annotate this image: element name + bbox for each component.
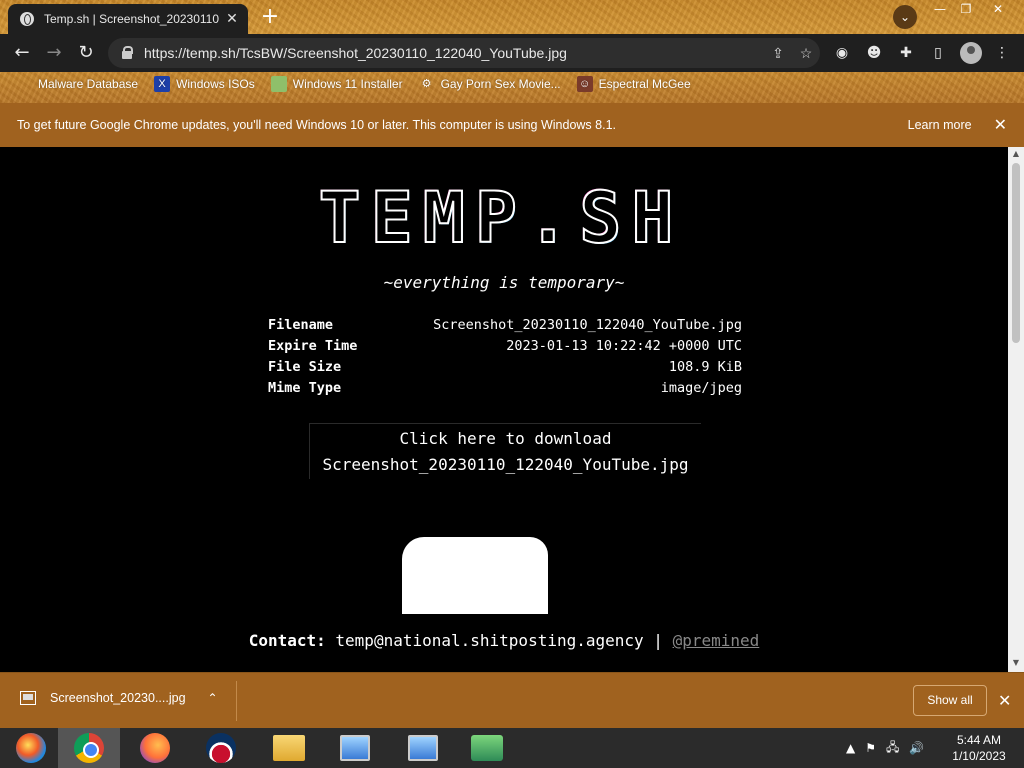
firefox-icon [140,733,170,763]
download-line-2: Screenshot_20230110_122040_YouTube.jpg [322,455,689,474]
window-close-button[interactable]: ✕ [984,0,1012,18]
site-logo: TEMP.SH [317,177,684,259]
forward-button[interactable]: → [42,41,66,65]
shelf-divider [236,681,237,721]
info-row-file-size: File Size 108.9 KiB [268,359,742,375]
extension-flag-icon[interactable]: ◉ [832,43,852,63]
bookmark-star-icon[interactable]: ☆ [792,45,820,62]
new-tab-button[interactable]: + [258,6,282,30]
tagline: ~everything is temporary~ [383,273,625,292]
info-row-mime-type: Mime Type image/jpeg [268,380,742,396]
bookmark-malware-database[interactable]: Malware Database [16,76,138,92]
monitor-icon [340,735,370,761]
folder-icon [273,735,305,761]
bookmark-windows-11-installer[interactable]: Windows 11 Installer [270,76,403,92]
network-users-icon [471,735,503,761]
learn-more-link[interactable]: Learn more [908,118,972,132]
infobar-message: To get future Google Chrome updates, you… [17,118,616,132]
contact-label: Contact: [248,631,326,650]
browser-frame: Temp.sh | Screenshot_20230110 ✕ + ⌄ — ❐ … [0,0,1024,103]
profile-avatar[interactable] [960,42,982,64]
bookmark-movie-site[interactable]: ⚙ Gay Porn Sex Movie... [419,76,561,92]
image-icon [270,76,287,92]
contact-line: Contact: temp@national.shitposting.agenc… [0,631,1008,650]
side-panel-icon[interactable]: ▯ [928,43,948,63]
show-all-button[interactable]: Show all [913,685,987,716]
flag-icon[interactable]: ⚑ [865,741,876,755]
scroll-down-icon[interactable]: ▼ [1008,658,1024,667]
download-file-name: Screenshot_20230....jpg [50,691,186,705]
address-bar[interactable]: https://temp.sh/TcsBW/Screenshot_2023011… [108,38,820,68]
download-line-1: Click here to download [399,429,612,448]
reload-button[interactable]: ↻ [74,41,98,65]
system-tray: ▲ ⚑ 🖧 🔊 [846,728,934,768]
shelf-close-icon[interactable]: ✕ [998,691,1011,710]
tab-title: Temp.sh | Screenshot_20230110 [44,12,220,26]
tab-search-button[interactable]: ⌄ [893,5,917,29]
lock-icon [122,46,133,59]
share-icon[interactable]: ⇪ [764,45,792,62]
scrollbar-thumb[interactable] [1012,163,1020,343]
obama-logo-icon [206,733,236,763]
contact-separator: | [653,631,663,650]
contact-email[interactable]: temp@national.shitposting.agency [335,631,643,650]
clock-time: 5:44 AM [956,733,1002,747]
volume-icon[interactable]: 🔊 [909,741,924,755]
windows-logo-icon [16,733,46,763]
page-scrollbar[interactable]: ▲ ▼ [1008,147,1024,672]
minimize-button[interactable]: — [926,0,954,18]
taskbar-firefox[interactable] [124,728,186,768]
taskbar-chrome[interactable] [58,728,120,768]
download-shelf: Screenshot_20230....jpg ⌃ Show all ✕ [0,672,1024,728]
restore-button[interactable]: ❐ [952,0,980,18]
bookmarks-bar: Malware Database X Windows ISOs Windows … [0,72,1024,96]
menu-kebab-icon[interactable]: ⋮ [992,43,1012,63]
gear-icon: ⚙ [421,78,432,90]
character-icon: ☺ [576,76,593,92]
x-logo-icon: X [154,76,171,92]
bookmark-espectral-mcgee[interactable]: ☺ Espectral McGee [576,76,691,92]
info-row-expire-time: Expire Time 2023-01-13 10:22:42 +0000 UT… [268,338,742,354]
monitor-icon [408,735,438,761]
taskbar: ▲ ⚑ 🖧 🔊 5:44 AM 1/10/2023 [0,728,1024,768]
image-file-icon [20,691,36,705]
preview-image [402,537,548,614]
chrome-icon [74,733,104,763]
extensions-puzzle-icon[interactable]: ✚ [896,43,916,63]
page-content: TEMP.SH ~everything is temporary~ Filena… [0,147,1008,672]
info-row-filename: Filename Screenshot_20230110_122040_YouT… [268,317,742,333]
infobar-close-icon[interactable]: ✕ [994,115,1007,135]
scroll-up-icon[interactable]: ▲ [1008,149,1024,158]
tray-expand-icon[interactable]: ▲ [846,741,855,755]
taskbar-network-app[interactable] [456,728,518,768]
browser-tab[interactable]: Temp.sh | Screenshot_20230110 ✕ [8,4,248,34]
taskbar-remote-desktop-1[interactable] [324,728,386,768]
globe-icon [20,12,34,26]
clock[interactable]: 5:44 AM 1/10/2023 [946,732,1012,764]
url-text[interactable]: https://temp.sh/TcsBW/Screenshot_2023011… [144,45,764,61]
extension-avatar-icon[interactable]: ☻ [864,43,884,63]
download-link[interactable]: Click here to download Screenshot_202301… [309,423,701,479]
start-button[interactable] [0,728,62,768]
chevron-up-icon[interactable]: ⌃ [208,691,218,705]
tab-close-button[interactable]: ✕ [222,11,242,27]
file-info-table: Filename Screenshot_20230110_122040_YouT… [268,315,742,399]
bookmark-blank-icon [16,76,32,92]
update-infobar: To get future Google Chrome updates, you… [0,103,1024,147]
contact-handle-link[interactable]: @premined [673,631,760,650]
taskbar-file-explorer[interactable] [258,728,320,768]
download-item[interactable]: Screenshot_20230....jpg ⌃ [20,691,218,705]
clock-date: 1/10/2023 [952,749,1006,763]
bookmark-windows-isos[interactable]: X Windows ISOs [154,76,255,92]
taskbar-obama-logo-app[interactable] [190,728,252,768]
taskbar-remote-desktop-2[interactable] [392,728,454,768]
toolbar: ← → ↻ https://temp.sh/TcsBW/Screenshot_2… [0,34,1024,72]
back-button[interactable]: ← [10,41,34,65]
network-icon[interactable]: 🖧 [886,738,899,759]
